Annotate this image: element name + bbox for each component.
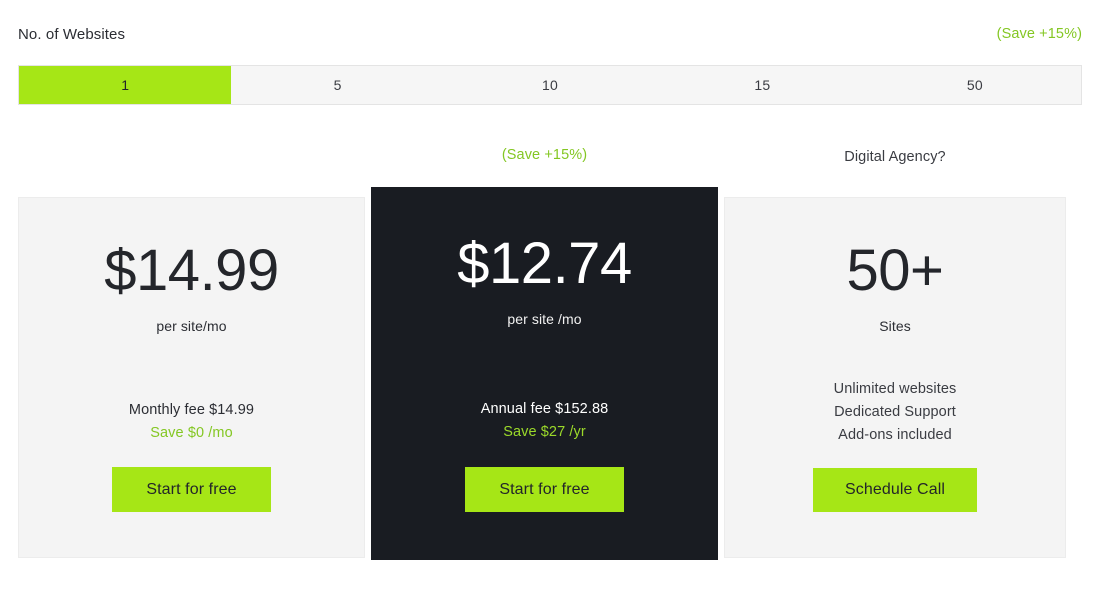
monthly-start-for-free-button[interactable]: Start for free [112, 467, 271, 512]
slider-option-1[interactable]: 1 [19, 66, 232, 104]
annual-start-for-free-button[interactable]: Start for free [465, 467, 624, 512]
monthly-price: $14.99 [104, 238, 279, 303]
agency-feature: Unlimited websites [833, 381, 957, 397]
annual-price-unit: per site /mo [507, 311, 582, 327]
website-count-selector-header: No. of Websites (Save +15%) [18, 22, 1082, 46]
agency-site-label: Sites [879, 318, 911, 334]
right-card-caption: Digital Agency? [844, 149, 946, 165]
website-count-slider[interactable]: 1 5 10 15 50 [18, 65, 1082, 105]
pricing-card-agency: 50+ Sites Unlimited websites Dedicated S… [724, 197, 1066, 558]
agency-site-count: 50+ [846, 238, 944, 303]
pricing-card-annual: $12.74 per site /mo Annual fee $152.88 S… [371, 187, 718, 560]
schedule-call-button[interactable]: Schedule Call [813, 468, 977, 512]
middle-card-caption: (Save +15%) [501, 147, 588, 163]
monthly-fee-line: Monthly fee $14.99 [128, 402, 255, 418]
monthly-price-unit: per site/mo [156, 318, 227, 334]
annual-fee-line: Annual fee $152.88 [480, 401, 609, 417]
pricing-card-monthly: $14.99 per site/mo Monthly fee $14.99 Sa… [18, 197, 365, 558]
slider-option-10[interactable]: 10 [444, 66, 656, 104]
selector-label: No. of Websites [18, 25, 126, 43]
monthly-save-line: Save $0 /mo [150, 425, 233, 441]
agency-feature: Dedicated Support [834, 404, 956, 420]
slider-option-15[interactable]: 15 [656, 66, 868, 104]
agency-feature: Add-ons included [838, 427, 952, 443]
annual-save-line: Save $27 /yr [503, 424, 586, 440]
slider-option-50[interactable]: 50 [869, 66, 1081, 104]
selector-save-badge: (Save +15%) [996, 26, 1082, 42]
agency-feature-list: Unlimited websites Dedicated Support Add… [834, 381, 957, 443]
slider-option-5[interactable]: 5 [231, 66, 443, 104]
annual-price: $12.74 [457, 231, 632, 296]
